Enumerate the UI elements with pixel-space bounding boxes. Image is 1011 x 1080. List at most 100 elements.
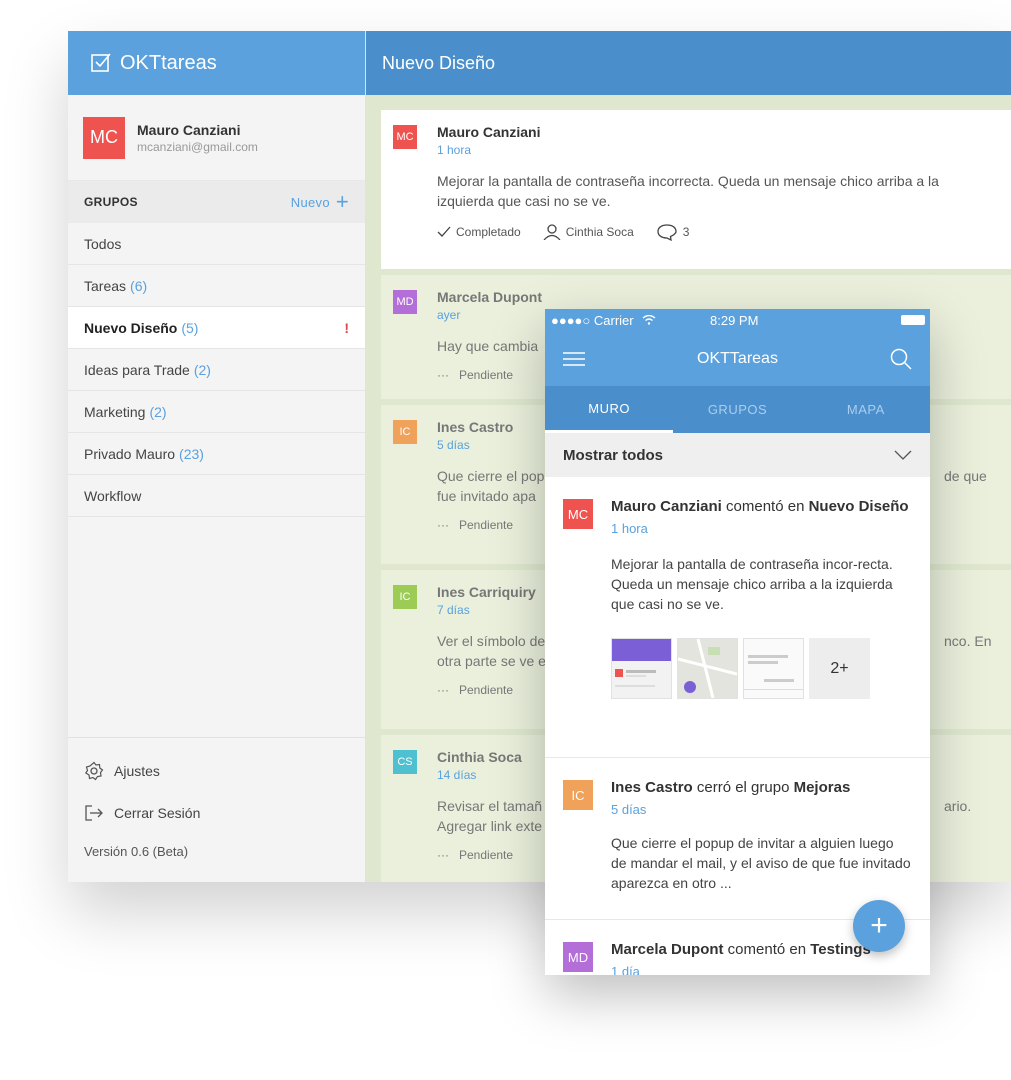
post-time: 1 hora xyxy=(437,143,472,157)
status-label: Pendiente xyxy=(459,518,514,532)
sidebar-item-privado-mauro[interactable]: Privado Mauro (23) xyxy=(68,433,365,475)
status-label: Pendiente xyxy=(459,848,514,862)
logout-icon xyxy=(85,804,103,821)
feed-item[interactable]: IC Ines Castro cerró el grupo Mejoras 5 … xyxy=(545,758,930,920)
group-label: Nuevo Diseño xyxy=(84,319,178,336)
post-card[interactable]: MC Mauro Canziani 1 hora Mejorar la pant… xyxy=(381,110,1011,269)
assignee-button[interactable]: Cinthia Soca xyxy=(543,224,634,240)
new-group-label: Nuevo xyxy=(290,194,330,210)
group-count: (6) xyxy=(130,277,148,294)
comment-count: 3 xyxy=(682,225,690,239)
gear-icon xyxy=(84,761,104,780)
wifi-icon xyxy=(642,313,656,328)
status-button[interactable]: Completado xyxy=(437,225,521,239)
sidebar-footer: Ajustes Cerrar Sesión Versión 0.6 (Beta) xyxy=(68,737,365,882)
attachment-thumbnail[interactable] xyxy=(743,638,804,699)
status-label: Completado xyxy=(456,225,521,239)
carrier-text: ●●●●○ Carrier xyxy=(551,312,634,328)
sidebar-item-ideas-trade[interactable]: Ideas para Trade (2) xyxy=(68,349,365,391)
sidebar-item-tareas[interactable]: Tareas (6) xyxy=(68,265,365,307)
feed-author: Marcela Dupont xyxy=(611,941,724,958)
user-profile[interactable]: MC Mauro Canziani mcanziani@gmail.com xyxy=(68,95,365,181)
avatar: MC xyxy=(83,116,125,159)
avatar: IC xyxy=(393,420,417,444)
post-author: Mauro Canziani xyxy=(437,124,541,140)
alert-icon: ! xyxy=(344,319,349,336)
phone-window: ●●●●○ Carrier 8:29 PM OKTTareas MURO GRU… xyxy=(545,309,930,975)
group-count: (5) xyxy=(181,319,199,336)
avatar: CS xyxy=(393,750,417,774)
feed-headline: Ines Castro cerró el grupo Mejoras xyxy=(611,778,912,798)
status-bar: ●●●●○ Carrier 8:29 PM xyxy=(545,309,930,331)
check-icon xyxy=(437,226,451,237)
post-author: Marcela Dupont xyxy=(437,289,543,305)
version-text: Versión 0.6 (Beta) xyxy=(84,844,189,859)
feed-text: Que cierre el popup de invitar a alguien… xyxy=(611,835,911,891)
settings-link[interactable]: Ajustes xyxy=(84,760,349,781)
app-name: OKTtareas xyxy=(120,51,217,74)
avatar: MC xyxy=(393,125,417,149)
group-label: Marketing xyxy=(84,403,146,420)
group-count: (23) xyxy=(179,445,204,462)
post-text-tail: de que xyxy=(944,468,987,484)
groups-header: GRUPOS Nuevo + xyxy=(68,181,365,223)
menu-icon[interactable] xyxy=(563,351,585,367)
sidebar: OKTtareas MC Mauro Canziani mcanziani@gm… xyxy=(68,31,366,882)
battery-icon xyxy=(901,315,925,325)
more-icon[interactable]: ··· xyxy=(437,848,449,862)
more-icon[interactable]: ··· xyxy=(437,368,449,382)
attachment-thumbnail[interactable] xyxy=(611,638,672,699)
group-label: Ideas para Trade xyxy=(84,361,190,378)
sidebar-item-nuevo-diseno[interactable]: Nuevo Diseño (5) ! xyxy=(68,307,365,349)
feed-headline: Mauro Canziani comentó en Nuevo Diseño xyxy=(611,497,912,517)
group-count: (2) xyxy=(149,403,167,420)
assignee-label: Cinthia Soca xyxy=(565,225,634,239)
avatar: MD xyxy=(563,942,593,972)
checkbox-icon xyxy=(91,53,111,72)
tab-muro[interactable]: MURO xyxy=(545,386,674,433)
tab-mapa[interactable]: MAPA xyxy=(802,386,930,433)
avatar: IC xyxy=(393,585,417,609)
feed-author: Ines Castro xyxy=(611,779,693,796)
tab-grupos[interactable]: GRUPOS xyxy=(673,386,801,433)
user-name: Mauro Canziani xyxy=(137,121,241,138)
more-icon[interactable]: ··· xyxy=(437,518,449,532)
feed-target[interactable]: Mejoras xyxy=(794,779,851,796)
attachments: 2+ xyxy=(611,638,912,699)
user-email: mcanziani@gmail.com xyxy=(137,139,258,154)
new-group-button[interactable]: Nuevo + xyxy=(291,191,349,213)
feed-item[interactable]: MC Mauro Canziani comentó en Nuevo Diseñ… xyxy=(545,477,930,758)
feed-text: Mejorar la pantalla de contraseña incor-… xyxy=(611,556,893,612)
comments-button[interactable]: 3 xyxy=(656,223,690,241)
feed-time: 1 día xyxy=(611,964,640,975)
feed-target[interactable]: Nuevo Diseño xyxy=(809,498,909,515)
sidebar-item-todos[interactable]: Todos xyxy=(68,223,365,265)
logout-link[interactable]: Cerrar Sesión xyxy=(84,802,349,823)
avatar: MD xyxy=(393,290,417,314)
sidebar-item-marketing[interactable]: Marketing (2) xyxy=(68,391,365,433)
search-icon[interactable] xyxy=(890,348,912,370)
feed-author: Mauro Canziani xyxy=(611,498,722,515)
logout-label: Cerrar Sesión xyxy=(114,804,201,821)
post-text-tail: ario. xyxy=(944,798,972,814)
group-label: Todos xyxy=(84,235,122,252)
sidebar-item-workflow[interactable]: Workflow xyxy=(68,475,365,517)
add-button[interactable]: + xyxy=(853,900,905,952)
attachment-thumbnail[interactable] xyxy=(677,638,738,699)
page-title: Nuevo Diseño xyxy=(366,31,1011,95)
more-icon[interactable]: ··· xyxy=(437,683,449,697)
feed-time: 1 hora xyxy=(611,521,648,536)
group-label: Workflow xyxy=(84,487,142,504)
clock-text: 8:29 PM xyxy=(710,312,759,328)
post-text-tail: nco. En xyxy=(944,633,992,649)
nav-bar: OKTTareas xyxy=(545,331,930,386)
user-icon xyxy=(543,224,561,240)
group-count: (2) xyxy=(193,361,211,378)
comment-icon xyxy=(657,224,677,241)
filter-dropdown[interactable]: Mostrar todos xyxy=(545,433,930,477)
tab-bar: MURO GRUPOS MAPA xyxy=(545,386,930,433)
more-attachments-button[interactable]: 2+ xyxy=(809,638,870,699)
status-label: Pendiente xyxy=(459,368,514,382)
feed-action: comentó en xyxy=(723,941,811,958)
status-label: Pendiente xyxy=(459,683,514,697)
